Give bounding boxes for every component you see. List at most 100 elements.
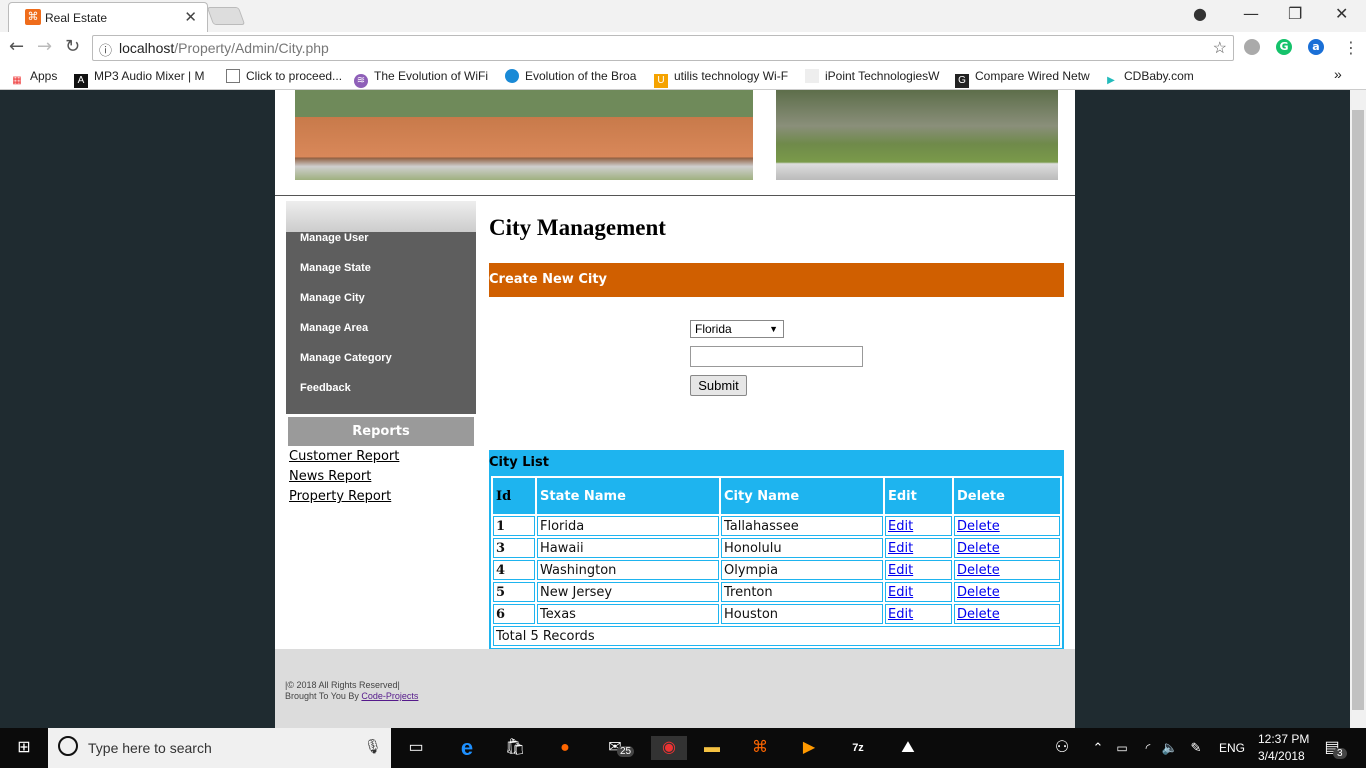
cell-edit: Edit	[885, 582, 952, 602]
bookmark-item[interactable]: ▶ CDBaby.com	[1104, 69, 1194, 88]
clock-time[interactable]: 12:37 PM	[1258, 732, 1309, 746]
customer-report-link[interactable]: Customer Report	[289, 449, 399, 464]
column-header-edit: Edit	[885, 478, 952, 514]
delete-link[interactable]: Delete	[957, 519, 1000, 534]
bookmark-item[interactable]: Uutilis technology Wi-F	[654, 69, 791, 88]
tab-title: Real Estate	[45, 11, 108, 25]
media-player-icon[interactable]: ▶	[797, 736, 821, 760]
scrollbar-thumb[interactable]	[1352, 110, 1364, 710]
bookmarks-bar: ▦ Apps A MP3 Audio Mixer | M Click to proc…	[0, 62, 1366, 90]
people-icon[interactable]: ⚇	[1050, 736, 1074, 760]
profile-icon[interactable]: ●	[1193, 4, 1207, 23]
cell-delete: Delete	[954, 604, 1060, 624]
total-records: Total 5 Records	[493, 626, 1060, 646]
clock-date[interactable]: 3/4/2018	[1258, 749, 1305, 763]
sidebar-item-manage-user[interactable]: Manage User	[286, 232, 476, 262]
edge-icon[interactable]: e	[455, 736, 479, 760]
windows-start-icon[interactable]: ⊞	[12, 736, 36, 760]
state-select[interactable]: Florida ▼	[690, 320, 784, 338]
edit-link[interactable]: Edit	[888, 585, 913, 600]
code-projects-link[interactable]: Code-Projects	[361, 691, 418, 701]
bookmark-item[interactable]: ≋ The Evolution of WiFi	[354, 69, 494, 88]
sidebar-item-manage-category[interactable]: Manage Category	[286, 352, 476, 382]
reload-icon[interactable]: ↻	[65, 36, 80, 57]
grammarly-icon[interactable]: G	[1276, 39, 1292, 55]
microphone-icon[interactable]: 🎙	[364, 738, 382, 755]
sidebar-item-manage-city[interactable]: Manage City	[286, 292, 476, 322]
bookmark-apps[interactable]: ▦ Apps	[10, 69, 57, 88]
edit-link[interactable]: Edit	[888, 563, 913, 578]
photos-icon[interactable]: ⛰	[896, 736, 920, 760]
cdbaby-icon: ▶	[1107, 75, 1115, 86]
file-explorer-icon[interactable]: ▬	[700, 736, 724, 760]
forward-icon[interactable]: →	[37, 36, 52, 57]
xampp-taskbar-icon[interactable]: ⌘	[748, 736, 772, 760]
edit-link[interactable]: Edit	[888, 519, 913, 534]
edit-link[interactable]: Edit	[888, 541, 913, 556]
cell-delete: Delete	[954, 582, 1060, 602]
sidebar-item-feedback[interactable]: Feedback	[286, 382, 476, 412]
minimize-button[interactable]: —	[1243, 4, 1259, 23]
cell-state: Texas	[537, 604, 719, 624]
search-placeholder: Type here to search	[88, 740, 212, 756]
total-row: Total 5 Records	[493, 626, 1060, 646]
wifi-tray-icon[interactable]: ◜	[1136, 736, 1160, 760]
battery-icon[interactable]: ▭	[1110, 736, 1134, 760]
xampp-icon: ⌘	[25, 9, 41, 25]
restore-button[interactable]: ❐	[1288, 4, 1302, 23]
table-row: 6 Texas Houston Edit Delete	[493, 604, 1060, 624]
info-icon[interactable]: ⓘ	[99, 40, 112, 59]
property-report-link[interactable]: Property Report	[289, 489, 391, 504]
pen-icon[interactable]: ✎	[1184, 736, 1208, 760]
task-view-icon[interactable]: ▭	[404, 736, 428, 760]
close-window-button[interactable]: ✕	[1335, 4, 1348, 23]
extension-a-icon[interactable]: a	[1308, 39, 1324, 55]
firefox-icon[interactable]: ●	[553, 736, 577, 760]
table-row: 1 Florida Tallahassee Edit Delete	[493, 516, 1060, 536]
chrome-icon[interactable]: ◉	[651, 736, 687, 760]
cell-city: Tallahassee	[721, 516, 883, 536]
store-icon[interactable]: 🛍	[503, 736, 527, 760]
copyright-text: |© 2018 All Rights Reserved|	[285, 680, 400, 690]
cell-edit: Edit	[885, 604, 952, 624]
submit-button[interactable]: Submit	[690, 375, 747, 396]
sidebar-item-manage-state[interactable]: Manage State	[286, 262, 476, 292]
page-icon	[226, 69, 240, 83]
bookmark-item[interactable]: A MP3 Audio Mixer | M	[74, 69, 214, 88]
notification-count: 3	[1333, 748, 1347, 759]
delete-link[interactable]: Delete	[957, 541, 1000, 556]
sidebar-item-manage-area[interactable]: Manage Area	[286, 322, 476, 352]
edit-link[interactable]: Edit	[888, 607, 913, 622]
7zip-icon[interactable]: 7z	[846, 736, 870, 760]
show-hidden-icons[interactable]: ⌃	[1086, 736, 1110, 760]
volume-icon[interactable]: 🔈	[1158, 736, 1182, 760]
delete-link[interactable]: Delete	[957, 563, 1000, 578]
news-report-link[interactable]: News Report	[289, 469, 371, 484]
taskbar-search[interactable]: Type here to search 🎙	[48, 728, 391, 768]
language-indicator[interactable]: ENG	[1219, 741, 1245, 755]
close-tab-icon[interactable]: ✕	[184, 8, 197, 26]
city-name-input[interactable]	[690, 346, 863, 367]
cell-id: 1	[493, 516, 535, 536]
delete-link[interactable]: Delete	[957, 607, 1000, 622]
tab-strip: ⌘ Real Estate ✕ ● — ❐ ✕	[0, 0, 1366, 32]
cell-state: Florida	[537, 516, 719, 536]
bookmark-item[interactable]: Click to proceed...	[226, 69, 348, 83]
cell-state: Washington	[537, 560, 719, 580]
browser-tab[interactable]: ⌘ Real Estate ✕	[8, 2, 208, 32]
bookmark-item[interactable]: iPoint TechnologiesW	[805, 69, 941, 83]
back-icon[interactable]: ←	[9, 36, 24, 57]
menu-icon[interactable]: ⋮	[1343, 38, 1359, 57]
bookmark-star-icon[interactable]: ☆	[1213, 38, 1227, 58]
address-bar[interactable]: ⓘ localhost/Property/Admin/City.php ☆	[92, 35, 1234, 61]
more-bookmarks-icon[interactable]: »	[1334, 66, 1342, 82]
header-house-image	[295, 90, 753, 180]
cell-state: Hawaii	[537, 538, 719, 558]
bookmark-item[interactable]: G Compare Wired Netw	[955, 69, 1090, 88]
new-tab-button[interactable]	[206, 7, 246, 25]
extension-icon[interactable]	[1244, 39, 1260, 55]
cell-id: 6	[493, 604, 535, 624]
bookmark-item[interactable]: Evolution of the Broa	[505, 69, 640, 83]
sidebar-header	[286, 201, 476, 232]
delete-link[interactable]: Delete	[957, 585, 1000, 600]
